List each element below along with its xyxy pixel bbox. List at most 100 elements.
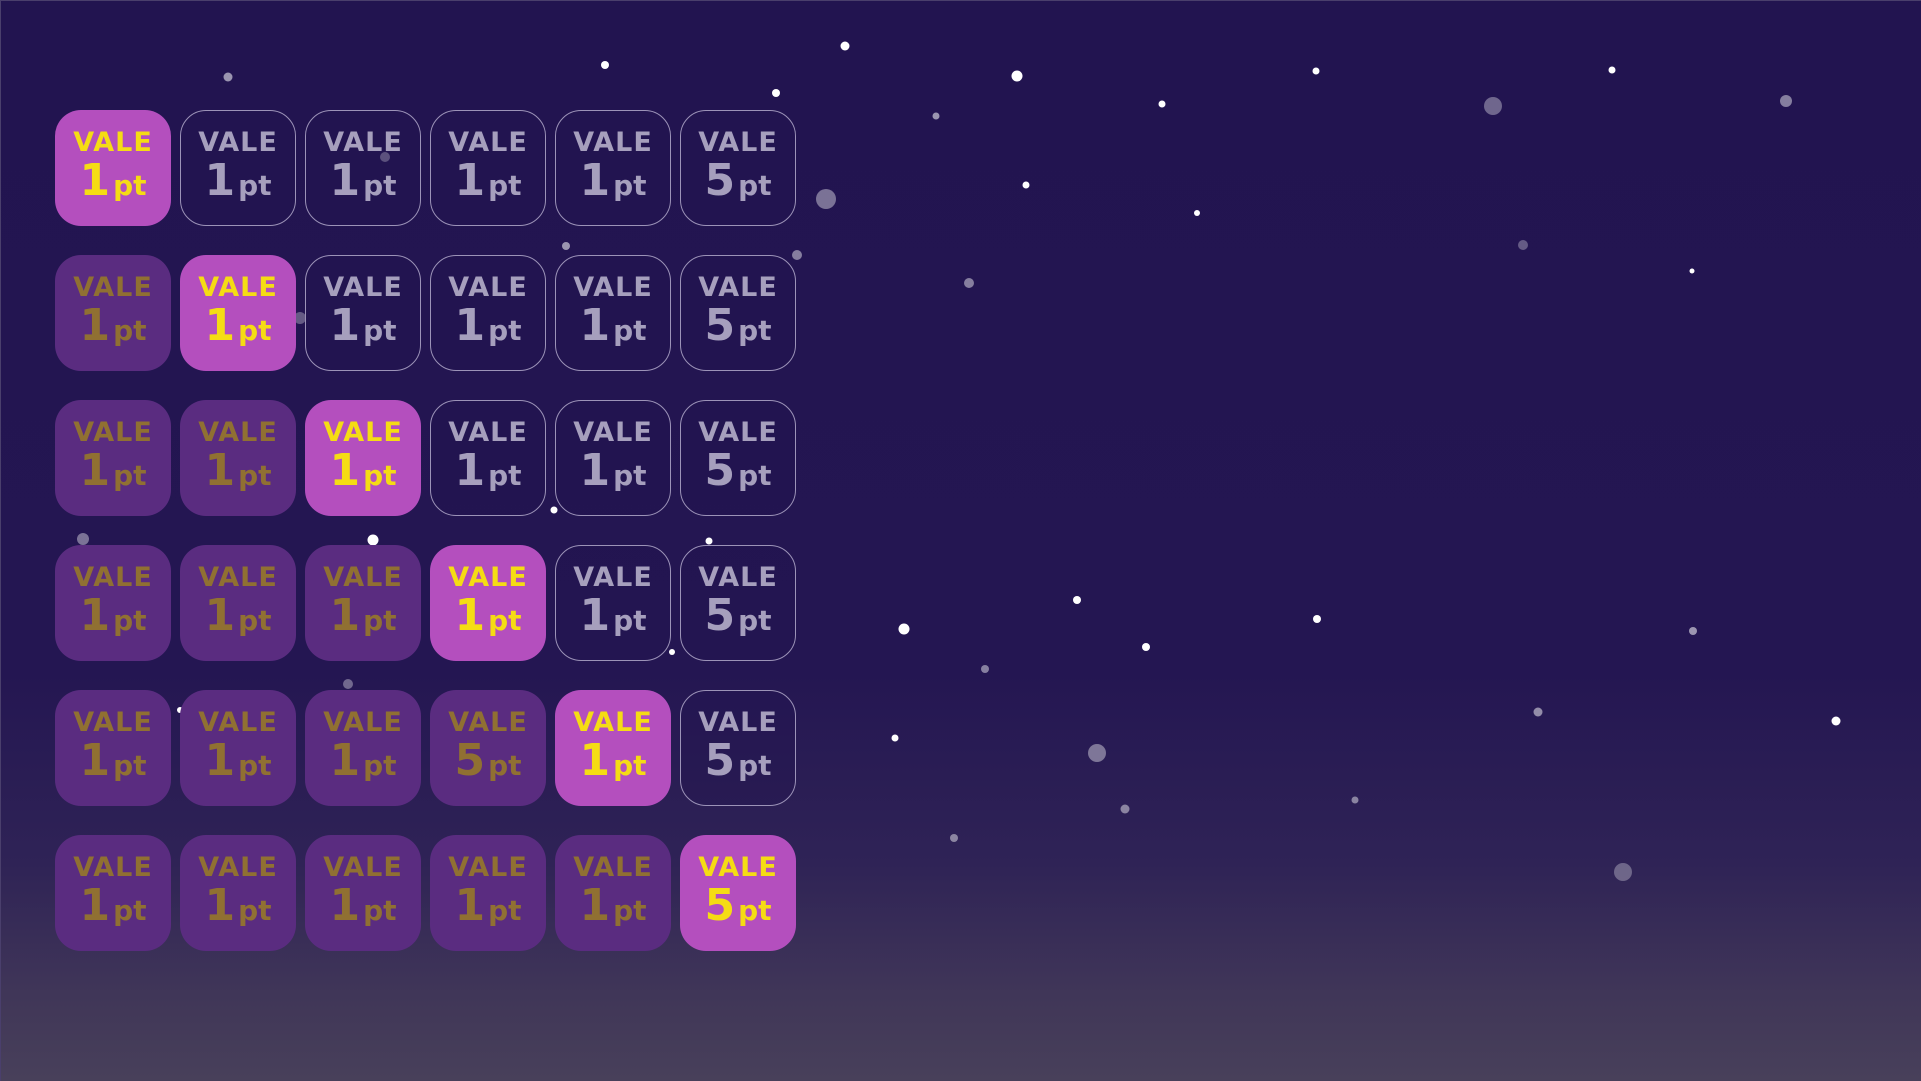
tile-points: 1 pt bbox=[79, 304, 146, 353]
star-dot bbox=[932, 112, 940, 120]
points-tile-future[interactable]: VALE 1 pt bbox=[555, 255, 671, 371]
star-dot bbox=[1614, 863, 1632, 881]
tile-points-unit: pt bbox=[363, 459, 397, 492]
tile-points: 1 pt bbox=[79, 449, 146, 498]
points-tile-future[interactable]: VALE 1 pt bbox=[430, 400, 546, 516]
tile-points: 1 pt bbox=[204, 449, 271, 498]
points-tile-future[interactable]: VALE 1 pt bbox=[555, 545, 671, 661]
tile-label: VALE bbox=[198, 272, 278, 303]
tile-points: 1 pt bbox=[204, 884, 271, 933]
points-tile-past[interactable]: VALE 1 pt bbox=[55, 255, 171, 371]
tile-points-unit: pt bbox=[363, 314, 397, 347]
tile-points-value: 1 bbox=[579, 735, 611, 786]
points-tile-future[interactable]: VALE 5 pt bbox=[680, 690, 796, 806]
tile-points: 1 pt bbox=[579, 594, 646, 643]
points-board: VALE 1 pt VALE 1 pt VALE 1 pt VALE 1 pt VALE 1 pt VALE 5… bbox=[55, 110, 796, 951]
tile-points: 5 pt bbox=[704, 159, 771, 208]
tile-points-value: 1 bbox=[329, 880, 361, 931]
tile-points-value: 1 bbox=[79, 445, 111, 496]
tile-points-unit: pt bbox=[363, 604, 397, 637]
points-tile-future[interactable]: VALE 1 pt bbox=[305, 110, 421, 226]
points-tile-future[interactable]: VALE 1 pt bbox=[555, 400, 671, 516]
tile-label: VALE bbox=[198, 852, 278, 883]
points-tile-current[interactable]: VALE 1 pt bbox=[305, 400, 421, 516]
frame-left-border bbox=[0, 0, 1, 1081]
points-tile-future[interactable]: VALE 1 pt bbox=[430, 110, 546, 226]
tile-points-value: 1 bbox=[204, 155, 236, 206]
points-tile-past[interactable]: VALE 1 pt bbox=[55, 835, 171, 951]
tile-label: VALE bbox=[698, 562, 778, 593]
tile-label: VALE bbox=[698, 127, 778, 158]
tile-label: VALE bbox=[573, 127, 653, 158]
tile-label: VALE bbox=[323, 417, 403, 448]
star-dot bbox=[223, 72, 233, 82]
tile-points-unit: pt bbox=[238, 749, 272, 782]
tile-label: VALE bbox=[73, 417, 153, 448]
points-tile-current[interactable]: VALE 5 pt bbox=[680, 835, 796, 951]
tile-label: VALE bbox=[198, 707, 278, 738]
points-tile-future[interactable]: VALE 1 pt bbox=[555, 110, 671, 226]
tile-points-unit: pt bbox=[738, 314, 772, 347]
points-tile-future[interactable]: VALE 1 pt bbox=[180, 110, 296, 226]
tile-points-unit: pt bbox=[238, 604, 272, 637]
star-dot bbox=[1120, 804, 1130, 814]
points-tile-past[interactable]: VALE 1 pt bbox=[180, 835, 296, 951]
star-dot bbox=[1831, 716, 1841, 726]
tile-points: 1 pt bbox=[579, 304, 646, 353]
points-tile-past[interactable]: VALE 1 pt bbox=[430, 835, 546, 951]
star-dot bbox=[981, 665, 989, 673]
points-tile-past[interactable]: VALE 1 pt bbox=[180, 545, 296, 661]
tile-points-unit: pt bbox=[113, 604, 147, 637]
tile-points-unit: pt bbox=[113, 169, 147, 202]
points-tile-past[interactable]: VALE 1 pt bbox=[305, 545, 421, 661]
tile-points-unit: pt bbox=[488, 749, 522, 782]
star-dot bbox=[601, 61, 609, 69]
tile-points: 5 pt bbox=[704, 594, 771, 643]
tile-points: 1 pt bbox=[454, 304, 521, 353]
tile-points-value: 1 bbox=[454, 880, 486, 931]
points-tile-past[interactable]: VALE 5 pt bbox=[430, 690, 546, 806]
tile-points-value: 5 bbox=[704, 155, 736, 206]
tile-points-value: 5 bbox=[704, 445, 736, 496]
star-dot bbox=[840, 41, 850, 51]
tile-label: VALE bbox=[698, 417, 778, 448]
points-tile-past[interactable]: VALE 1 pt bbox=[55, 400, 171, 516]
tile-points-value: 5 bbox=[704, 300, 736, 351]
tile-points-unit: pt bbox=[738, 749, 772, 782]
points-tile-future[interactable]: VALE 1 pt bbox=[430, 255, 546, 371]
tile-points: 1 pt bbox=[579, 159, 646, 208]
points-tile-past[interactable]: VALE 1 pt bbox=[55, 690, 171, 806]
points-tile-current[interactable]: VALE 1 pt bbox=[555, 690, 671, 806]
points-tile-future[interactable]: VALE 5 pt bbox=[680, 400, 796, 516]
points-tile-current[interactable]: VALE 1 pt bbox=[180, 255, 296, 371]
points-tile-past[interactable]: VALE 1 pt bbox=[555, 835, 671, 951]
tile-points: 1 pt bbox=[329, 594, 396, 643]
tile-points-value: 1 bbox=[454, 155, 486, 206]
tile-points-unit: pt bbox=[488, 314, 522, 347]
tile-points-value: 1 bbox=[329, 445, 361, 496]
points-tile-future[interactable]: VALE 5 pt bbox=[680, 545, 796, 661]
points-tile-future[interactable]: VALE 5 pt bbox=[680, 110, 796, 226]
tile-points-value: 1 bbox=[204, 880, 236, 931]
tile-points-value: 1 bbox=[329, 300, 361, 351]
tile-label: VALE bbox=[198, 127, 278, 158]
points-tile-current[interactable]: VALE 1 pt bbox=[430, 545, 546, 661]
points-tile-future[interactable]: VALE 5 pt bbox=[680, 255, 796, 371]
tile-points: 1 pt bbox=[204, 594, 271, 643]
points-tile-past[interactable]: VALE 1 pt bbox=[305, 690, 421, 806]
points-tile-past[interactable]: VALE 1 pt bbox=[305, 835, 421, 951]
tile-points: 5 pt bbox=[704, 449, 771, 498]
tile-points-value: 1 bbox=[204, 590, 236, 641]
star-dot bbox=[1780, 95, 1792, 107]
points-tile-past[interactable]: VALE 1 pt bbox=[180, 690, 296, 806]
points-tile-past[interactable]: VALE 1 pt bbox=[180, 400, 296, 516]
points-tile-past[interactable]: VALE 1 pt bbox=[55, 545, 171, 661]
tile-points-value: 1 bbox=[204, 735, 236, 786]
tile-points: 1 pt bbox=[579, 449, 646, 498]
tile-points-value: 1 bbox=[329, 590, 361, 641]
tile-points: 1 pt bbox=[454, 449, 521, 498]
tile-points-unit: pt bbox=[238, 459, 272, 492]
tile-points-value: 5 bbox=[704, 590, 736, 641]
points-tile-future[interactable]: VALE 1 pt bbox=[305, 255, 421, 371]
points-tile-current[interactable]: VALE 1 pt bbox=[55, 110, 171, 226]
